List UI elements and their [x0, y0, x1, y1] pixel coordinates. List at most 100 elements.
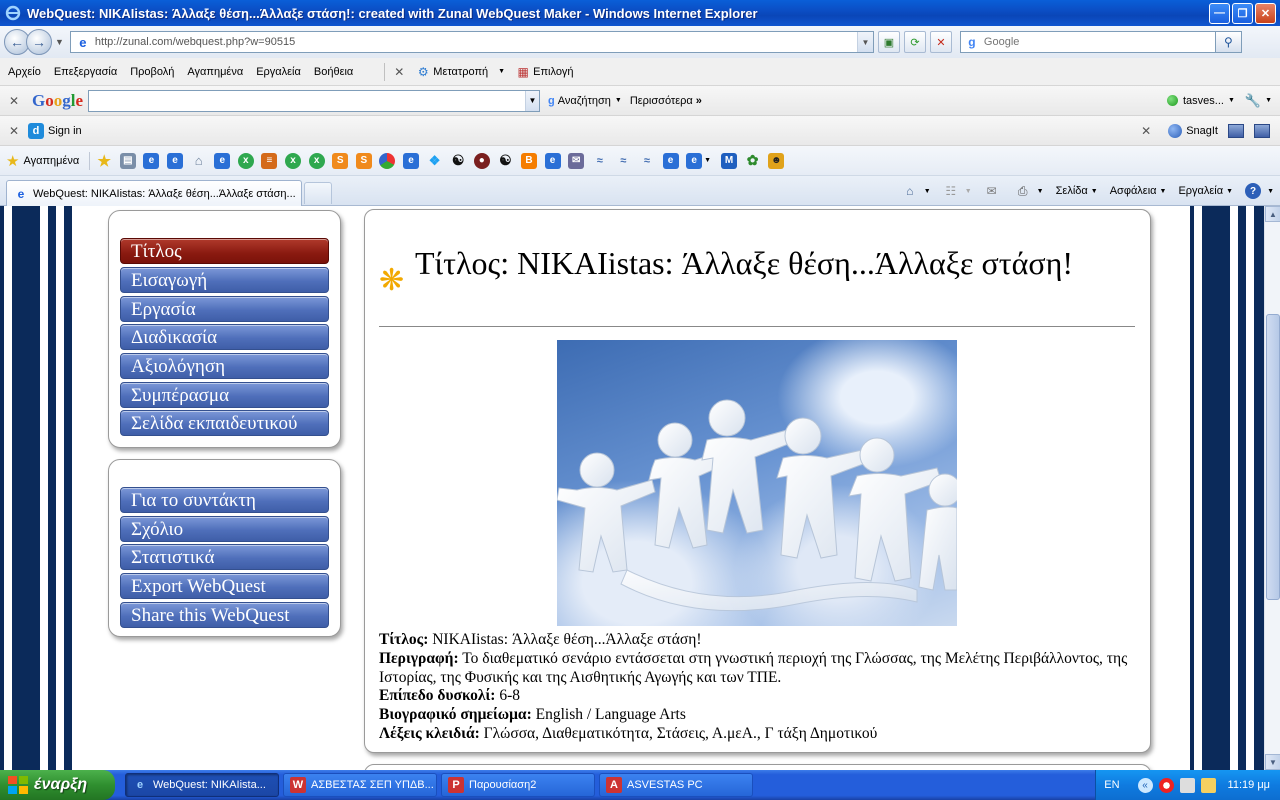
favorite-figure-icon[interactable]: ☻: [768, 152, 785, 169]
favorite-s-icon[interactable]: S: [332, 152, 349, 169]
favorite-mail-icon[interactable]: ✉: [568, 152, 585, 169]
tray-opera-icon[interactable]: [1158, 777, 1174, 793]
close-toolbar-icon[interactable]: ✕: [391, 64, 407, 80]
favorite-leaf-icon[interactable]: ✿: [745, 152, 761, 169]
snagit-button[interactable]: SnagIt: [1186, 125, 1218, 137]
google-search-dropdown-icon[interactable]: ▼: [525, 90, 540, 111]
favorite-link-icon[interactable]: e: [143, 152, 160, 169]
search-go-icon[interactable]: ⚲: [1215, 31, 1242, 53]
language-indicator[interactable]: EN: [1104, 779, 1119, 791]
feeds-button[interactable]: ☷ ▼: [943, 183, 971, 199]
snagit-region-icon[interactable]: [1254, 123, 1270, 138]
close-google-toolbar-icon[interactable]: ✕: [6, 93, 22, 109]
menu-favorites[interactable]: Αγαπημένα: [187, 66, 243, 78]
nav-comment[interactable]: Σχόλιο: [120, 516, 329, 542]
favorites-star-icon[interactable]: ★: [6, 152, 19, 170]
address-field[interactable]: e http://zunal.com/webquest.php?w=90515 …: [69, 31, 874, 53]
stop-button[interactable]: ✕: [929, 31, 952, 53]
favorite-twitter-icon[interactable]: ❖: [427, 153, 443, 169]
favorite-bars-icon[interactable]: ≡: [261, 152, 278, 169]
scroll-thumb[interactable]: [1266, 314, 1280, 600]
home-dropdown-icon[interactable]: ▼: [924, 188, 931, 195]
menu-view[interactable]: Προβολή: [130, 66, 174, 78]
menu-edit[interactable]: Επεξεργασία: [54, 66, 117, 78]
google-user-label[interactable]: tasves...: [1183, 95, 1224, 107]
favorite-wave-icon[interactable]: ≈: [639, 153, 655, 169]
google-search-dropdown-arrow-icon[interactable]: ▼: [615, 97, 622, 104]
favorites-button[interactable]: Αγαπημένα: [23, 155, 79, 167]
nav-task[interactable]: Εργασία: [120, 296, 329, 322]
favorite-yinyang-icon[interactable]: ☯: [450, 152, 466, 169]
page-scrollbar[interactable]: ▲ ▼: [1264, 206, 1280, 770]
read-mail-button[interactable]: ✉: [984, 183, 1003, 199]
menu-tools[interactable]: Εργαλεία: [256, 66, 301, 78]
close-window-button[interactable]: ✕: [1255, 2, 1276, 24]
favorite-blogger-icon[interactable]: B: [520, 152, 537, 169]
scroll-down-icon[interactable]: ▼: [1265, 754, 1280, 770]
close-signin-toolbar-icon[interactable]: ✕: [6, 123, 22, 139]
maximize-button[interactable]: ❐: [1232, 2, 1253, 24]
favorite-s-icon[interactable]: S: [355, 152, 372, 169]
nav-share-webquest[interactable]: Share this WebQuest: [120, 602, 329, 628]
tray-network-icon[interactable]: [1179, 777, 1195, 793]
favorite-link-icon[interactable]: e: [402, 152, 419, 169]
safety-menu[interactable]: Ασφάλεια ▼: [1110, 185, 1167, 197]
favorite-dropdown-icon[interactable]: ▼: [704, 157, 711, 164]
nav-title[interactable]: Τίτλος: [120, 238, 329, 264]
web-slice-icon[interactable]: ▤: [119, 152, 136, 169]
translate-button[interactable]: ⚙ Μετατροπή ▼: [415, 64, 505, 80]
wrench-dropdown-icon[interactable]: ▼: [1265, 97, 1272, 104]
menu-help[interactable]: Βοήθεια: [314, 66, 353, 78]
menu-file[interactable]: Αρχείο: [8, 66, 41, 78]
select-button[interactable]: ▦ Επιλογή: [515, 64, 573, 80]
compatibility-view-button[interactable]: ▣: [877, 31, 900, 53]
favorite-link-icon[interactable]: e: [544, 152, 561, 169]
nav-conclusion[interactable]: Συμπέρασμα: [120, 382, 329, 408]
favorite-picasa-icon[interactable]: [379, 152, 396, 169]
favorite-xe-icon[interactable]: x: [285, 152, 302, 169]
user-dropdown-icon[interactable]: ▼: [1228, 97, 1235, 104]
favorite-link-icon[interactable]: e: [167, 152, 184, 169]
wrench-icon[interactable]: 🔧: [1245, 93, 1261, 109]
print-dropdown-icon[interactable]: ▼: [1037, 188, 1044, 195]
nav-export-webquest[interactable]: Export WebQuest: [120, 573, 329, 599]
tray-volume-icon[interactable]: [1200, 777, 1216, 793]
google-search-box[interactable]: ▼: [88, 89, 541, 112]
refresh-button[interactable]: ⟳: [903, 31, 926, 53]
nav-process[interactable]: Διαδικασία: [120, 324, 329, 350]
favorite-home-icon[interactable]: ⌂: [191, 153, 207, 169]
tab-webquest[interactable]: e WebQuest: NIKAIistas: Άλλαξε θέση...Άλ…: [6, 180, 302, 206]
favorite-link-icon[interactable]: e: [662, 152, 679, 169]
web-search-input[interactable]: [983, 36, 1215, 48]
address-url[interactable]: http://zunal.com/webquest.php?w=90515: [95, 36, 857, 48]
close-snagit-toolbar-icon[interactable]: ✕: [1138, 123, 1154, 139]
help-dropdown-icon[interactable]: ▼: [1267, 188, 1274, 195]
tray-expand-icon[interactable]: «: [1137, 777, 1153, 793]
favorite-link-icon[interactable]: e: [214, 152, 231, 169]
favorite-wave-icon[interactable]: ≈: [615, 153, 631, 169]
tools-menu[interactable]: Εργαλεία ▼: [1178, 185, 1233, 197]
page-menu[interactable]: Σελίδα ▼: [1056, 185, 1098, 197]
nav-about-author[interactable]: Για το συντάκτη: [120, 487, 329, 513]
nav-teacher-page[interactable]: Σελίδα εκπαιδευτικού: [120, 410, 329, 436]
favorite-yinyang-icon[interactable]: ☯: [497, 152, 513, 169]
taskbar-item-document[interactable]: W ΑΣΒΕΣΤΑΣ ΣΕΠ ΥΠΔΒ...: [283, 773, 437, 797]
favorite-m-icon[interactable]: M: [721, 152, 738, 169]
home-button[interactable]: ⌂ ▼: [902, 183, 931, 199]
history-dropdown-icon[interactable]: ▼: [55, 37, 64, 47]
more-button[interactable]: Περισσότερα »: [630, 95, 702, 107]
sign-in-link[interactable]: Sign in: [48, 125, 82, 137]
scroll-up-icon[interactable]: ▲: [1265, 206, 1280, 222]
favorite-wave-icon[interactable]: ≈: [592, 153, 608, 169]
start-button[interactable]: έναρξη: [0, 770, 115, 800]
nav-statistics[interactable]: Στατιστικά: [120, 544, 329, 570]
add-favorite-icon[interactable]: ★: [96, 153, 112, 170]
print-button[interactable]: ⎙ ▼: [1015, 183, 1044, 199]
minimize-button[interactable]: —: [1209, 2, 1230, 24]
nav-evaluation[interactable]: Αξιολόγηση: [120, 353, 329, 379]
taskbar-item-webquest[interactable]: e WebQuest: NIKAIista...: [125, 773, 279, 797]
favorite-bag-icon[interactable]: ●: [473, 152, 490, 169]
snagit-window-icon[interactable]: [1228, 123, 1244, 138]
nav-introduction[interactable]: Εισαγωγή: [120, 267, 329, 293]
favorite-xe-icon[interactable]: x: [237, 152, 254, 169]
